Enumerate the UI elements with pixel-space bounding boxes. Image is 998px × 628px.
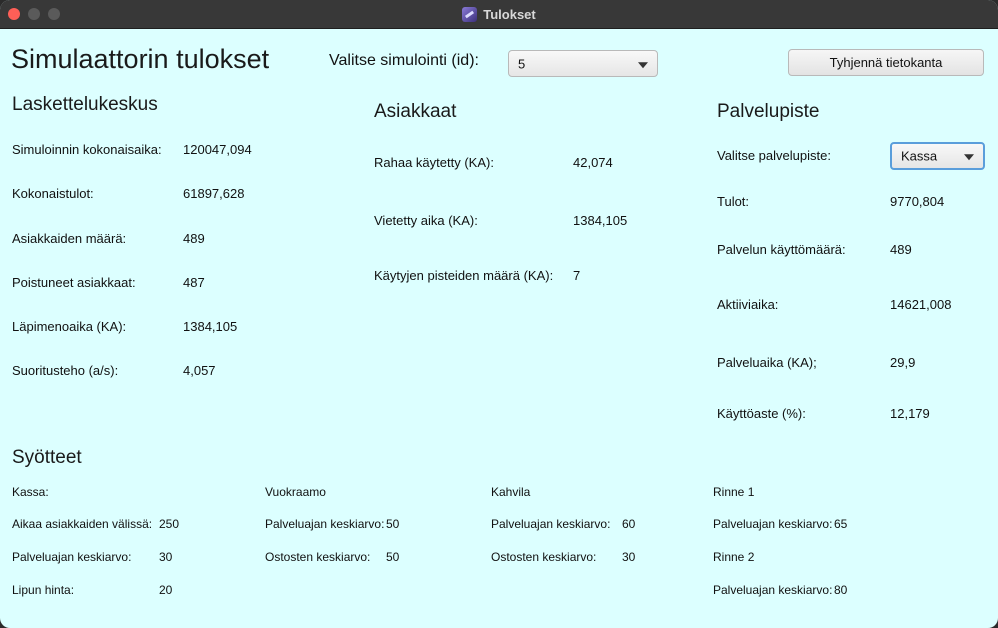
laskettelukeskus-label: Simuloinnin kokonaisaika: xyxy=(12,142,162,157)
palvelupiste-value: 9770,804 xyxy=(890,194,945,209)
rinne1-title: Rinne 1 xyxy=(713,485,755,499)
asiakkaat-label: Rahaa käytetty (KA): xyxy=(374,155,494,170)
kassa-label: Lipun hinta: xyxy=(12,583,75,597)
vuokraamo-label: Ostosten keskiarvo: xyxy=(265,550,371,564)
service-point-select-label: Valitse palvelupiste: xyxy=(717,148,831,163)
chevron-down-icon xyxy=(638,61,648,68)
chevron-down-icon xyxy=(964,154,974,161)
simulation-select-value: 5 xyxy=(518,56,526,71)
kassa-label: Palveluajan keskiarvo: xyxy=(12,550,132,564)
palvelupiste-label: Tulot: xyxy=(717,194,750,209)
simulation-select[interactable]: 5 xyxy=(508,50,658,77)
asiakkaat-label: Vietetty aika (KA): xyxy=(374,213,478,228)
app-icon xyxy=(462,6,478,22)
asiakkaat-title: Asiakkaat xyxy=(374,101,457,122)
window-title: Tulokset xyxy=(483,6,536,22)
laskettelukeskus-label: Läpimenoaika (KA): xyxy=(12,319,127,334)
laskettelukeskus-label: Poistuneet asiakkaat: xyxy=(12,275,136,290)
kahvila-label: Palveluajan keskiarvo: xyxy=(491,517,611,531)
laskettelukeskus-value: 487 xyxy=(183,275,205,290)
palvelupiste-label: Käyttöaste (%): xyxy=(717,406,806,421)
simulation-select-label: Valitse simulointi (id): xyxy=(329,52,479,69)
asiakkaat-value: 42,074 xyxy=(573,155,613,170)
rinne2-label: Palveluajan keskiarvo: xyxy=(713,583,833,597)
palvelupiste-label: Palveluaika (KA); xyxy=(717,355,817,370)
laskettelukeskus-label: Kokonaistulot: xyxy=(12,186,94,201)
vuokraamo-title: Vuokraamo xyxy=(265,485,326,499)
syotteet-title: Syötteet xyxy=(12,447,82,468)
window-title-wrap: Tulokset xyxy=(0,0,998,28)
service-point-select[interactable]: Kassa xyxy=(890,142,985,170)
rinne2-title: Rinne 2 xyxy=(713,550,755,564)
laskettelukeskus-value: 4,057 xyxy=(183,363,216,378)
kahvila-title: Kahvila xyxy=(491,485,531,499)
results-window: Tulokset Simulaattorin tulokset Valitse … xyxy=(0,0,998,628)
kahvila-label: Ostosten keskiarvo: xyxy=(491,550,597,564)
asiakkaat-value: 7 xyxy=(573,268,581,283)
palvelupiste-value: 14621,008 xyxy=(890,297,952,312)
laskettelukeskus-value: 1384,105 xyxy=(183,319,238,334)
title-bar: Tulokset xyxy=(0,0,998,29)
vuokraamo-value: 50 xyxy=(386,517,400,531)
palvelupiste-value: 489 xyxy=(890,242,912,257)
kahvila-value: 60 xyxy=(622,517,636,531)
vuokraamo-label: Palveluajan keskiarvo: xyxy=(265,517,385,531)
laskettelukeskus-value: 489 xyxy=(183,231,205,246)
rinne2-value: 80 xyxy=(834,583,848,597)
laskettelukeskus-value: 120047,094 xyxy=(183,142,252,157)
kassa-label: Aikaa asiakkaiden välissä: xyxy=(12,517,153,531)
palvelupiste-label: Aktiiviaika: xyxy=(717,297,779,312)
asiakkaat-value: 1384,105 xyxy=(573,213,628,228)
laskettelukeskus-title: Laskettelukeskus xyxy=(12,94,158,115)
kassa-value: 250 xyxy=(159,517,180,531)
page-title: Simulaattorin tulokset xyxy=(11,44,270,74)
clear-database-button[interactable]: Tyhjennä tietokanta xyxy=(788,49,984,76)
asiakkaat-label: Käytyjen pisteiden määrä (KA): xyxy=(374,268,554,283)
kahvila-value: 30 xyxy=(622,550,636,564)
laskettelukeskus-label: Suoritusteho (a/s): xyxy=(12,363,119,378)
laskettelukeskus-value: 61897,628 xyxy=(183,186,245,201)
kassa-value: 20 xyxy=(159,583,173,597)
palvelupiste-value: 12,179 xyxy=(890,406,930,421)
palvelupiste-value: 29,9 xyxy=(890,355,916,370)
service-point-select-value: Kassa xyxy=(901,148,938,164)
rinne1-label: Palveluajan keskiarvo: xyxy=(713,517,833,531)
laskettelukeskus-label: Asiakkaiden määrä: xyxy=(12,231,127,246)
rinne1-value: 65 xyxy=(834,517,848,531)
kassa-value: 30 xyxy=(159,550,173,564)
palvelupiste-title: Palvelupiste xyxy=(717,101,820,122)
vuokraamo-value: 50 xyxy=(386,550,400,564)
kassa-title: Kassa: xyxy=(12,485,49,499)
palvelupiste-label: Palvelun käyttömäärä: xyxy=(717,242,846,257)
